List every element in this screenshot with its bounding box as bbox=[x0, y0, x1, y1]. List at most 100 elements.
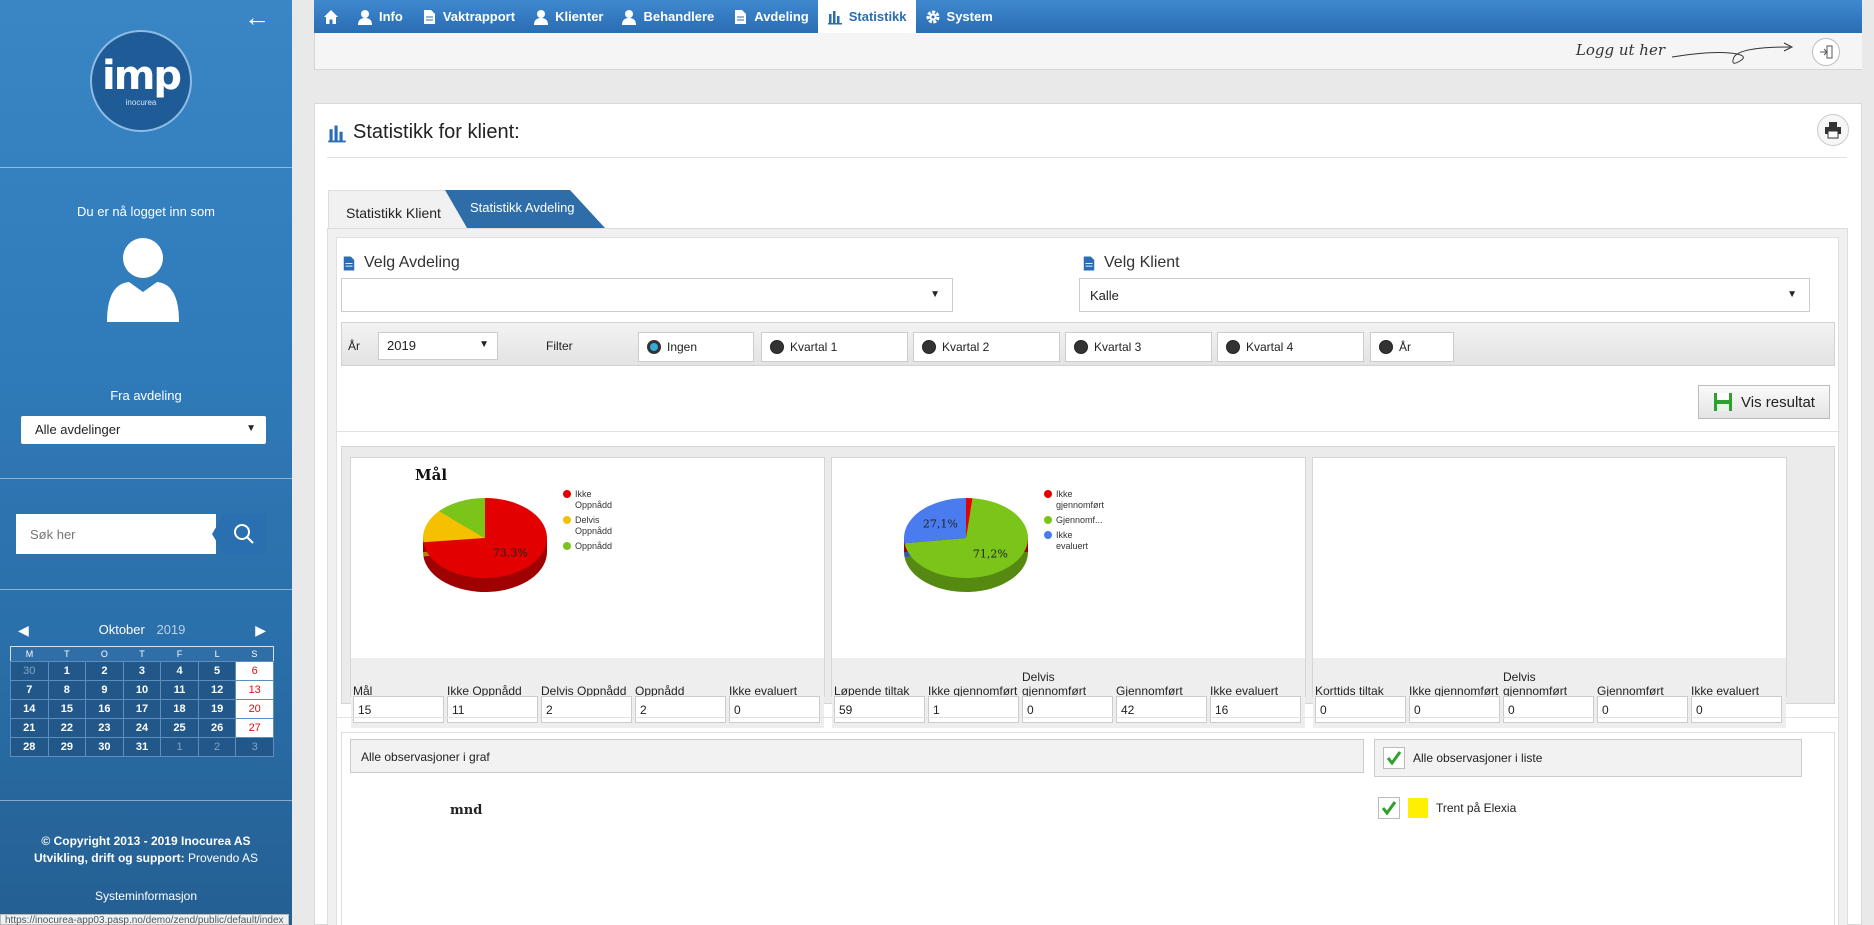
stat-card-mal: Mål 73,3% Ikke Oppnådd Delvis Oppnådd Oppnådd … bbox=[350, 457, 825, 728]
obs-graph-button[interactable]: Alle observasjoner i graf bbox=[350, 739, 1364, 773]
next-month-icon[interactable]: ▶ bbox=[255, 622, 266, 639]
calendar-day[interactable]: 30 bbox=[10, 661, 49, 681]
page-title-text: Statistikk for klient: bbox=[353, 121, 520, 143]
logout-button[interactable] bbox=[1812, 38, 1840, 66]
stat-value: 0 bbox=[729, 696, 820, 723]
legend-label[interactable]: Delvis Oppnådd bbox=[575, 515, 612, 536]
legend-label[interactable]: Ikke evaluert bbox=[1056, 530, 1089, 551]
obs-list-button[interactable]: Alle observasjoner i liste bbox=[1374, 739, 1802, 777]
vis-resultat-label: Vis resultat bbox=[1741, 393, 1815, 411]
calendar-day[interactable]: 11 bbox=[160, 680, 199, 700]
legend-label[interactable]: Ikke gjennomført bbox=[1056, 489, 1105, 510]
calendar-day[interactable]: 17 bbox=[122, 699, 162, 719]
nav-klienter[interactable]: Klienter bbox=[524, 0, 612, 33]
velg-avdeling-select[interactable]: ▼ bbox=[341, 278, 953, 312]
calendar-day[interactable]: 19 bbox=[197, 699, 237, 719]
prev-month-icon[interactable]: ◀ bbox=[18, 622, 29, 639]
calendar-day[interactable]: 29 bbox=[47, 737, 87, 757]
calendar-day[interactable]: 6 bbox=[235, 661, 274, 681]
calendar-day[interactable]: 1 bbox=[160, 737, 199, 757]
checkbox[interactable] bbox=[1378, 797, 1400, 819]
department-select[interactable]: Alle avdelinger ▼ bbox=[21, 416, 266, 444]
legend-label[interactable]: Oppnådd bbox=[575, 541, 612, 551]
calendar-day[interactable]: 18 bbox=[160, 699, 199, 719]
nav-behandlere[interactable]: Behandlere bbox=[612, 0, 723, 33]
filter-option-kvartal-1[interactable]: Kvartal 1 bbox=[761, 332, 908, 362]
calendar-day[interactable]: 27 bbox=[235, 718, 274, 738]
filter-option-label: Kvartal 1 bbox=[790, 340, 838, 354]
system-info-link[interactable]: Systeminformasjon bbox=[0, 889, 292, 903]
pie-chart-tiltak: 71,2%27,1%Ikke gjennomførtGjennomf...Ikke… bbox=[904, 489, 1105, 592]
calendar-day[interactable]: 28 bbox=[10, 737, 49, 757]
search-box bbox=[16, 514, 266, 554]
tab-panel: Velg Avdeling ▼ Velg Klient Kalle ▼ År 2… bbox=[327, 228, 1848, 925]
nav-avdeling[interactable]: Avdeling bbox=[723, 0, 817, 33]
stat-value: 0 bbox=[1022, 696, 1113, 723]
filter-option-kvartal-3[interactable]: Kvartal 3 bbox=[1065, 332, 1212, 362]
document-icon bbox=[1083, 256, 1095, 270]
calendar-day[interactable]: 1 bbox=[47, 661, 87, 681]
calendar-day[interactable]: 2 bbox=[85, 661, 124, 681]
nav-vaktrapport[interactable]: Vaktrapport bbox=[412, 0, 524, 33]
velg-klient-select[interactable]: Kalle ▼ bbox=[1079, 278, 1810, 312]
calendar-day[interactable]: 4 bbox=[160, 661, 199, 681]
filter-option-ar[interactable]: År bbox=[1370, 332, 1454, 362]
stat-value: 0 bbox=[1409, 696, 1500, 723]
department-select-value: Alle avdelinger bbox=[35, 422, 121, 437]
calendar-day[interactable]: 8 bbox=[47, 680, 87, 700]
nav-label: Klienter bbox=[555, 9, 604, 24]
calendar-day[interactable]: 3 bbox=[235, 737, 274, 757]
legend-label: Trent på Elexia bbox=[1436, 801, 1517, 815]
print-button[interactable] bbox=[1817, 114, 1849, 146]
legend-word: Ikke bbox=[1056, 530, 1073, 540]
filter-option-kvartal-4[interactable]: Kvartal 4 bbox=[1217, 332, 1364, 362]
calendar-day[interactable]: 30 bbox=[85, 737, 124, 757]
calendar-day[interactable]: 9 bbox=[85, 680, 124, 700]
calendar-day[interactable]: 23 bbox=[85, 718, 124, 738]
calendar-day[interactable]: 26 bbox=[197, 718, 237, 738]
nav-system[interactable]: System bbox=[916, 0, 1002, 33]
calendar-day[interactable]: 24 bbox=[122, 718, 162, 738]
nav-info[interactable]: Info bbox=[348, 0, 412, 33]
calendar-day[interactable]: 7 bbox=[10, 680, 49, 700]
legend-word: Oppnådd bbox=[575, 541, 612, 551]
legend-label[interactable]: Ikke Oppnådd bbox=[575, 489, 612, 510]
back-arrow-icon[interactable]: ← bbox=[244, 4, 270, 30]
calendar-day[interactable]: 13 bbox=[235, 680, 274, 700]
nav-home[interactable] bbox=[314, 0, 348, 33]
filter-option-kvartal-2[interactable]: Kvartal 2 bbox=[913, 332, 1060, 362]
calendar-day[interactable]: 5 bbox=[197, 661, 237, 681]
nav-statistikk[interactable]: Statistikk bbox=[817, 0, 916, 33]
filter-option-label: Kvartal 3 bbox=[1094, 340, 1142, 354]
calendar-day[interactable]: 20 bbox=[235, 699, 274, 719]
pie-data-label: 73,3% bbox=[493, 547, 528, 560]
observations-panel: Alle observasjoner i graf Alle observasj… bbox=[341, 732, 1835, 925]
calendar-day[interactable]: 10 bbox=[122, 680, 162, 700]
calendar-day[interactable]: 16 bbox=[85, 699, 124, 719]
calendar-day[interactable]: 21 bbox=[10, 718, 49, 738]
calendar-day[interactable]: 25 bbox=[160, 718, 199, 738]
calendar-day[interactable]: 22 bbox=[47, 718, 87, 738]
calendar-day[interactable]: 2 bbox=[197, 737, 237, 757]
calendar-day[interactable]: 15 bbox=[47, 699, 87, 719]
stat-value: 2 bbox=[541, 696, 632, 723]
year-select[interactable]: 2019 ▼ bbox=[378, 332, 498, 360]
calendar-day[interactable]: 31 bbox=[122, 737, 162, 757]
velg-klient-value: Kalle bbox=[1090, 288, 1119, 303]
calendar-day[interactable]: 3 bbox=[122, 661, 162, 681]
search-input[interactable] bbox=[16, 514, 216, 554]
calendar-day[interactable]: 12 bbox=[197, 680, 237, 700]
tab-statistikk-avdeling[interactable]: Statistikk Avdeling bbox=[445, 190, 605, 228]
check-icon bbox=[1381, 801, 1397, 816]
pie-chart-mal: Mål73,3%Ikke OppnåddDelvis OppnåddOppnådd bbox=[415, 466, 612, 592]
vis-resultat-button[interactable]: Vis resultat bbox=[1698, 385, 1830, 419]
checkbox[interactable] bbox=[1383, 747, 1405, 769]
document-icon bbox=[423, 9, 435, 24]
legend-label[interactable]: Gjennomf... bbox=[1056, 515, 1103, 525]
calendar-day[interactable]: 14 bbox=[10, 699, 49, 719]
filter-option-ingen[interactable]: Ingen bbox=[638, 332, 754, 362]
empty-chart-area bbox=[1313, 458, 1786, 658]
tab-statistikk-klient[interactable]: Statistikk Klient bbox=[328, 190, 468, 228]
caret-down-icon: ▼ bbox=[479, 339, 489, 350]
search-button[interactable] bbox=[212, 514, 266, 554]
